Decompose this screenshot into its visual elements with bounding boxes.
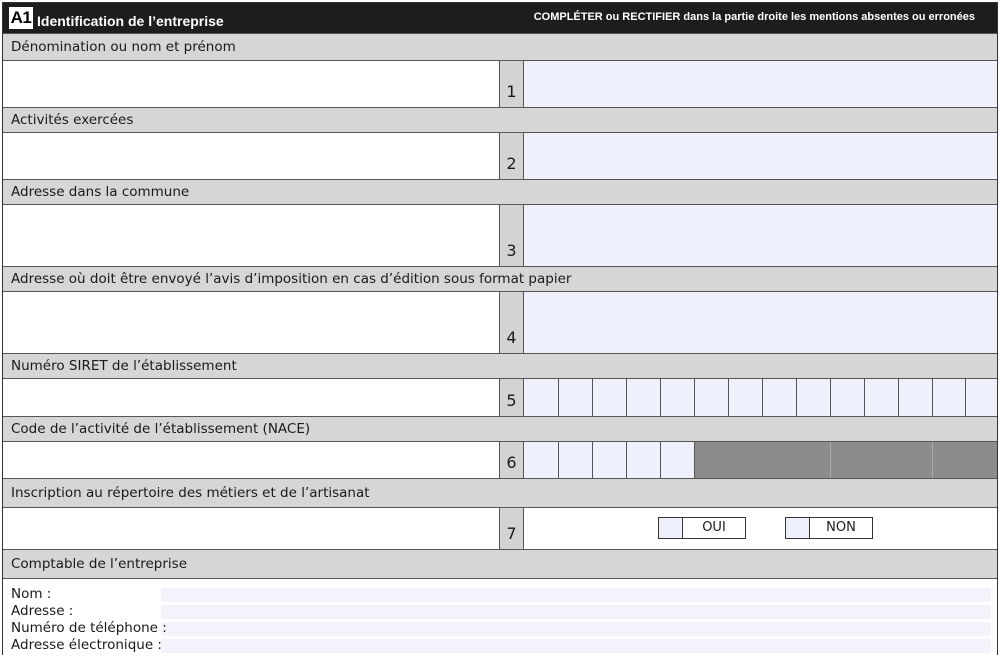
current-value-activites — [3, 133, 500, 179]
non-checkbox[interactable] — [786, 518, 810, 538]
siret-digit-box[interactable] — [797, 379, 831, 416]
field-number-4: 4 — [500, 292, 524, 353]
current-value-siret — [3, 379, 500, 416]
adresse-commune-input[interactable] — [524, 205, 997, 266]
row-adresse-avis: 4 — [3, 292, 997, 353]
oui-checkbox[interactable] — [659, 518, 683, 538]
comptable-adresse-label: Adresse : — [11, 603, 74, 619]
label-adresse-avis: Adresse où doit être envoyé l’avis d’imp… — [3, 266, 997, 292]
nace-char-box[interactable] — [559, 442, 593, 478]
field-number-5: 5 — [500, 379, 524, 416]
comptable-nom-input[interactable] — [161, 588, 991, 602]
nace-disabled-area — [695, 442, 831, 478]
comptable-email-label: Adresse électronique : — [11, 637, 162, 653]
oui-option[interactable]: OUI — [658, 517, 746, 539]
siret-digit-box[interactable] — [559, 379, 593, 416]
field-number-2: 2 — [500, 133, 524, 179]
siret-digit-box[interactable] — [966, 379, 997, 416]
field-number-6: 6 — [500, 442, 524, 478]
label-siret: Numéro SIRET de l’établissement — [3, 353, 997, 379]
field-number-3: 3 — [500, 205, 524, 266]
nace-disabled-area — [933, 442, 997, 478]
nace-disabled-area — [831, 442, 933, 478]
siret-digit-box[interactable] — [524, 379, 559, 416]
nace-char-box[interactable] — [661, 442, 695, 478]
siret-input[interactable] — [524, 379, 997, 416]
nace-char-box[interactable] — [593, 442, 627, 478]
row-denomination: 1 — [3, 61, 997, 107]
row-adresse-commune: 3 — [3, 205, 997, 266]
instruction-text: COMPLÉTER ou RECTIFIER dans la partie dr… — [533, 11, 975, 23]
current-value-artisanat — [3, 508, 500, 549]
non-label: NON — [826, 520, 856, 535]
current-value-adresse-avis — [3, 292, 500, 353]
siret-digit-box[interactable] — [831, 379, 865, 416]
siret-digit-box[interactable] — [627, 379, 661, 416]
current-value-nace — [3, 442, 500, 478]
non-option[interactable]: NON — [785, 517, 873, 539]
field-number-7: 7 — [500, 508, 524, 549]
siret-digit-box[interactable] — [593, 379, 627, 416]
row-activites: 2 — [3, 133, 997, 179]
label-activites: Activités exercées — [3, 107, 997, 133]
nace-input[interactable] — [524, 442, 997, 478]
comptable-adresse-input[interactable] — [161, 605, 991, 619]
label-denomination: Dénomination ou nom et prénom — [3, 33, 997, 61]
siret-digit-box[interactable] — [695, 379, 729, 416]
siret-digit-box[interactable] — [933, 379, 966, 416]
denomination-input[interactable] — [524, 61, 997, 107]
current-value-adresse-commune — [3, 205, 500, 266]
adresse-avis-input[interactable] — [524, 292, 997, 353]
row-nace: 6 — [3, 442, 997, 478]
comptable-adresse-line: Adresse : — [11, 603, 997, 620]
field-number-1: 1 — [500, 61, 524, 107]
section-header: A1 Identification de l’entreprise COMPLÉ… — [3, 3, 997, 33]
comptable-nom-label: Nom : — [11, 586, 52, 602]
siret-digit-box[interactable] — [729, 379, 763, 416]
comptable-telephone-line: Numéro de téléphone : — [11, 620, 997, 637]
comptable-email-input[interactable] — [161, 639, 991, 653]
current-value-denomination — [3, 61, 500, 107]
section-badge: A1 — [9, 7, 33, 29]
artisanat-choice-area: OUI NON — [524, 508, 997, 549]
comptable-block: Nom : Adresse : Numéro de téléphone : Ad… — [3, 579, 997, 655]
nace-char-box[interactable] — [627, 442, 661, 478]
siret-digit-box[interactable] — [899, 379, 933, 416]
comptable-telephone-label: Numéro de téléphone : — [11, 620, 167, 636]
label-comptable: Comptable de l’entreprise — [3, 549, 997, 579]
siret-digit-box[interactable] — [763, 379, 797, 416]
label-nace: Code de l’activité de l’établissement (N… — [3, 416, 997, 442]
label-artisanat: Inscription au répertoire des métiers et… — [3, 478, 997, 508]
oui-label: OUI — [702, 520, 726, 535]
comptable-nom-line: Nom : — [11, 586, 997, 603]
siret-digit-box[interactable] — [661, 379, 695, 416]
nace-char-box[interactable] — [524, 442, 559, 478]
activites-input[interactable] — [524, 133, 997, 179]
comptable-telephone-input[interactable] — [161, 622, 991, 636]
row-siret: 5 — [3, 379, 997, 416]
label-adresse-commune: Adresse dans la commune — [3, 179, 997, 205]
comptable-email-line: Adresse électronique : — [11, 637, 997, 654]
identification-form: A1 Identification de l’entreprise COMPLÉ… — [2, 2, 998, 655]
row-artisanat: 7 OUI NON — [3, 508, 997, 549]
siret-digit-box[interactable] — [865, 379, 899, 416]
section-title: Identification de l’entreprise — [37, 13, 224, 29]
